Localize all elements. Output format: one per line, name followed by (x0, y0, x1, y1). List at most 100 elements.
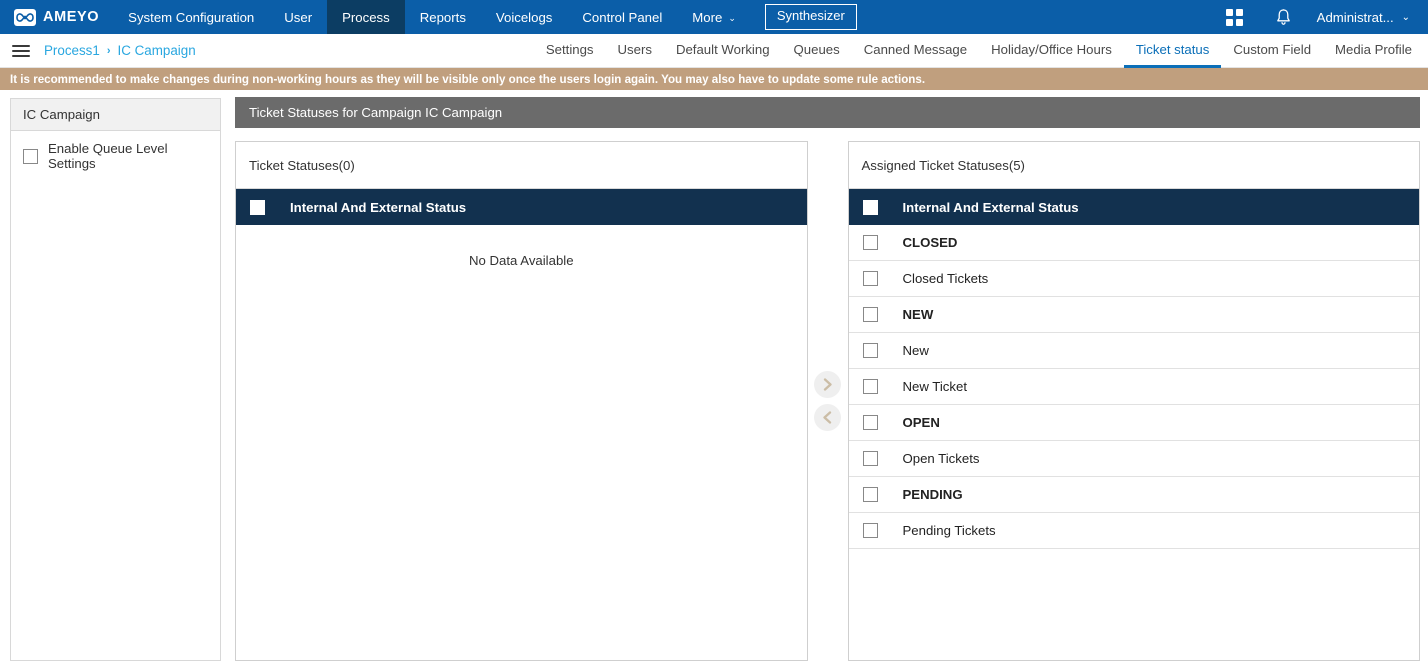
enable-queue-level-settings-checkbox[interactable] (23, 148, 38, 164)
ameyo-logo-icon (14, 8, 36, 26)
nav-item-process[interactable]: Process (327, 0, 405, 34)
table-row[interactable]: Open Tickets (848, 441, 1419, 477)
row-label: Open Tickets (902, 451, 980, 466)
tab-holiday-office-hours[interactable]: Holiday/Office Hours (979, 34, 1124, 68)
nav-label: More (692, 9, 723, 25)
available-select-all-checkbox[interactable] (250, 199, 265, 215)
user-name-label: Administrat... (1316, 9, 1394, 25)
row-checkbox[interactable] (862, 271, 878, 286)
row-checkbox[interactable] (862, 379, 878, 394)
table-row[interactable]: NEW (848, 297, 1419, 333)
row-checkbox[interactable] (862, 451, 878, 466)
enable-queue-level-settings-label[interactable]: Enable Queue Level Settings (48, 141, 208, 171)
breadcrumb-item-process1[interactable]: Process1 (44, 43, 100, 58)
available-empty-message: No Data Available (468, 253, 574, 268)
breadcrumb-item-ic-campaign[interactable]: IC Campaign (118, 43, 196, 58)
synthesizer-button[interactable]: Synthesizer (764, 4, 857, 30)
row-checkbox[interactable] (862, 415, 878, 430)
nav-item-voicelogs[interactable]: Voicelogs (481, 0, 567, 34)
sidebar-title: IC Campaign (11, 99, 220, 131)
tab-canned-message[interactable]: Canned Message (852, 34, 979, 68)
grid-apps-icon (1226, 8, 1244, 26)
section-tabs: Settings Users Default Working Queues Ca… (534, 34, 1412, 68)
user-account-menu[interactable]: Administrat... ⌄ (1307, 10, 1416, 25)
nav-label: Process (342, 9, 390, 25)
table-row[interactable]: PENDING (848, 477, 1419, 513)
nav-item-more[interactable]: More ⌄ (677, 0, 751, 34)
assigned-header-label: Internal And External Status (902, 199, 1079, 215)
row-label: Closed Tickets (902, 271, 989, 286)
nav-label: User (284, 9, 313, 25)
available-panel-body: No Data Available (236, 225, 807, 660)
top-navigation-bar: AMEYO System Configuration User Process … (0, 0, 1428, 34)
main-section-header: Ticket Statuses for Campaign IC Campaign (235, 97, 1420, 128)
tab-default-working[interactable]: Default Working (664, 34, 782, 68)
nav-label: System Configuration (128, 9, 255, 25)
hamburger-menu-icon[interactable] (12, 42, 30, 60)
table-row[interactable]: CLOSED (848, 225, 1419, 261)
nav-label: Reports (419, 9, 466, 25)
row-checkbox[interactable] (862, 307, 878, 322)
move-right-button[interactable] (814, 371, 841, 398)
move-left-button[interactable] (814, 404, 841, 431)
table-row[interactable]: New Ticket (848, 369, 1419, 405)
recommendation-banner: It is recommended to make changes during… (0, 68, 1428, 90)
page-body: IC Campaign Enable Queue Level Settings … (0, 90, 1428, 661)
sub-navigation-bar: Process1 › IC Campaign Settings Users De… (0, 34, 1428, 68)
breadcrumb-separator-icon: › (106, 44, 111, 57)
notifications-button[interactable] (1259, 0, 1307, 34)
chevron-down-icon: ⌄ (1401, 11, 1410, 23)
row-checkbox[interactable] (862, 343, 878, 358)
available-panel-title: Ticket Statuses(0) (236, 142, 807, 189)
row-label: OPEN (902, 415, 940, 430)
nav-item-system-configuration[interactable]: System Configuration (113, 0, 269, 34)
assigned-select-all-checkbox[interactable] (862, 199, 878, 215)
bell-icon (1276, 9, 1290, 25)
table-row[interactable]: OPEN (848, 405, 1419, 441)
row-label: PENDING (902, 487, 963, 502)
row-label: New Ticket (902, 379, 968, 394)
brand-name: AMEYO (43, 9, 100, 25)
tab-settings[interactable]: Settings (534, 34, 606, 68)
campaign-settings-card: IC Campaign Enable Queue Level Settings (10, 98, 221, 661)
enable-queue-level-settings-row[interactable]: Enable Queue Level Settings (11, 131, 220, 181)
row-checkbox[interactable] (862, 235, 878, 250)
brand-logo[interactable]: AMEYO (0, 0, 113, 34)
nav-label: Control Panel (582, 9, 663, 25)
chevron-down-icon: ⌄ (728, 12, 736, 23)
tab-users[interactable]: Users (606, 34, 664, 68)
row-checkbox[interactable] (862, 523, 878, 538)
row-label: CLOSED (902, 235, 958, 250)
transfer-controls (808, 141, 848, 661)
assigned-panel-title: Assigned Ticket Statuses(5) (848, 142, 1419, 189)
table-row[interactable]: Closed Tickets (848, 261, 1419, 297)
main-content: Ticket Statuses for Campaign IC Campaign… (229, 90, 1428, 661)
row-label: Pending Tickets (902, 523, 996, 538)
tab-custom-field[interactable]: Custom Field (1221, 34, 1323, 68)
ticket-status-transfer: Ticket Statuses(0) Internal And External… (235, 128, 1420, 661)
synthesizer-wrap: Synthesizer (751, 0, 857, 34)
assigned-ticket-statuses-panel: Assigned Ticket Statuses(5) Internal And… (847, 141, 1420, 661)
available-ticket-statuses-panel: Ticket Statuses(0) Internal And External… (235, 141, 808, 661)
tab-media-profile[interactable]: Media Profile (1323, 34, 1412, 68)
apps-grid-button[interactable] (1211, 0, 1259, 34)
top-right-actions: Administrat... ⌄ (1211, 0, 1428, 34)
row-checkbox[interactable] (862, 487, 878, 502)
tab-queues[interactable]: Queues (782, 34, 852, 68)
nav-item-control-panel[interactable]: Control Panel (567, 0, 677, 34)
nav-item-reports[interactable]: Reports (405, 0, 481, 34)
assigned-panel-header-row[interactable]: Internal And External Status (848, 189, 1419, 225)
primary-nav-items: System Configuration User Process Report… (113, 0, 751, 34)
available-panel-header-row[interactable]: Internal And External Status (236, 189, 807, 225)
nav-item-user[interactable]: User (269, 0, 327, 34)
table-row[interactable]: Pending Tickets (848, 513, 1419, 549)
left-sidebar: IC Campaign Enable Queue Level Settings (0, 90, 229, 661)
assigned-panel-body: CLOSED Closed Tickets NEW New New Ticket OPEN… (848, 225, 1419, 660)
chevron-left-icon (823, 411, 832, 424)
row-label: NEW (902, 307, 934, 322)
table-row[interactable]: New (848, 333, 1419, 369)
row-label: New (902, 343, 929, 358)
tab-ticket-status[interactable]: Ticket status (1123, 34, 1222, 68)
chevron-right-icon (823, 378, 832, 391)
breadcrumb: Process1 › IC Campaign (44, 43, 196, 58)
